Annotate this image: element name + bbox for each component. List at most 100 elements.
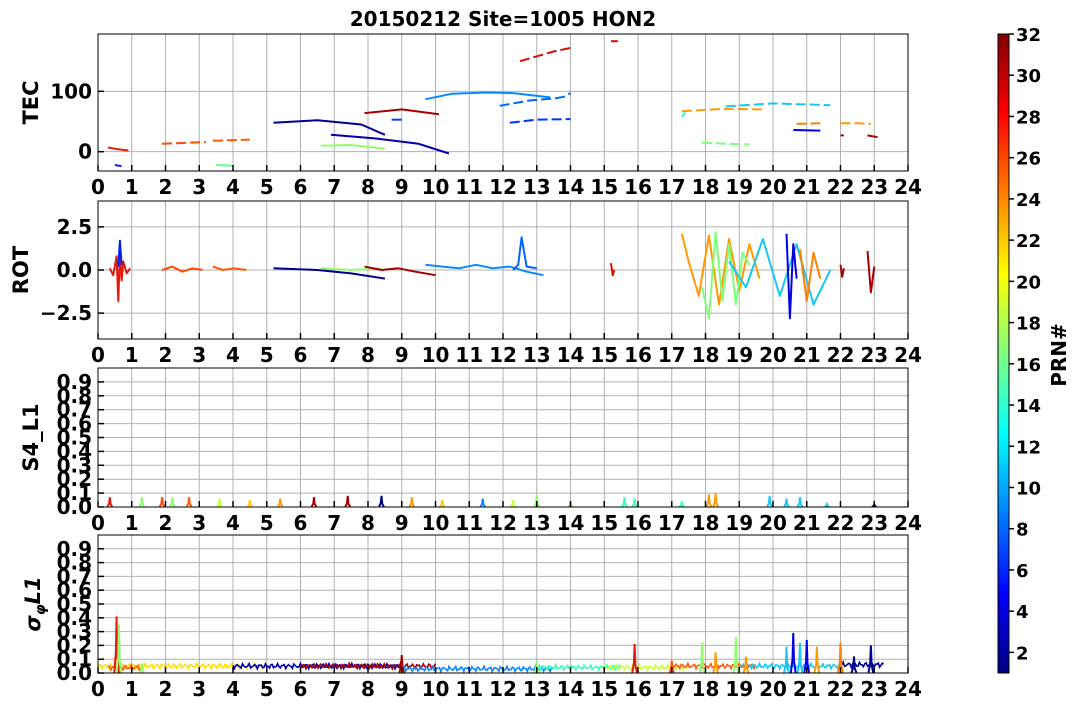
x-tick-label: 3 bbox=[192, 343, 206, 367]
x-tick-label: 11 bbox=[455, 677, 483, 701]
x-tick-label: 5 bbox=[260, 175, 274, 199]
colorbar-tick-label: 24 bbox=[1016, 190, 1041, 211]
x-tick-label: 2 bbox=[159, 677, 173, 701]
colorbar-tick-label: 4 bbox=[1016, 602, 1029, 623]
x-tick-label: 15 bbox=[590, 343, 618, 367]
colorbar-tick-label: 18 bbox=[1016, 314, 1041, 335]
x-tick-label: 11 bbox=[455, 343, 483, 367]
x-tick-label: 24 bbox=[894, 677, 922, 701]
x-tick-label: 0 bbox=[91, 343, 105, 367]
y-tick-label: 0.0 bbox=[57, 258, 92, 282]
x-tick-label: 10 bbox=[422, 511, 450, 535]
x-tick-label: 1 bbox=[125, 175, 139, 199]
colorbar-tick-label: 28 bbox=[1016, 107, 1041, 128]
x-tick-label: 14 bbox=[557, 175, 585, 199]
x-tick-label: 1 bbox=[125, 677, 139, 701]
y-tick-label: 2.5 bbox=[57, 215, 92, 239]
x-tick-label: 22 bbox=[827, 343, 855, 367]
x-tick-label: 24 bbox=[894, 175, 922, 199]
x-tick-label: 21 bbox=[793, 343, 821, 367]
x-tick-label: 20 bbox=[759, 343, 787, 367]
x-tick-label: 17 bbox=[658, 343, 686, 367]
x-tick-label: 17 bbox=[658, 677, 686, 701]
x-tick-label: 20 bbox=[759, 677, 787, 701]
x-tick-label: 8 bbox=[361, 677, 375, 701]
x-tick-label: 7 bbox=[327, 511, 341, 535]
x-tick-label: 20 bbox=[759, 175, 787, 199]
y-axis-label: S4_L1 bbox=[19, 403, 43, 471]
colorbar-tick-label: 10 bbox=[1016, 478, 1041, 499]
chart-title: 20150212 Site=1005 HON2 bbox=[350, 7, 656, 31]
x-tick-label: 8 bbox=[361, 511, 375, 535]
colorbar-tick-label: 26 bbox=[1016, 149, 1041, 170]
series-line-prn-27 bbox=[212, 138, 250, 142]
x-tick-label: 13 bbox=[523, 511, 551, 535]
x-tick-label: 9 bbox=[395, 343, 409, 367]
x-tick-label: 4 bbox=[226, 677, 240, 701]
series-line-prn-17 bbox=[216, 164, 234, 167]
panel-3: 0 1 2 3 4 5 6 7 8 9 10 11 12 13 14 15 16 17 18 19 20 21 22 23 24… bbox=[19, 367, 922, 535]
x-tick-label: 18 bbox=[692, 343, 720, 367]
x-tick-label: 14 bbox=[557, 677, 585, 701]
x-tick-label: 7 bbox=[327, 175, 341, 199]
colorbar-tick-label: 6 bbox=[1016, 561, 1029, 582]
x-tick-label: 15 bbox=[590, 175, 618, 199]
x-tick-label: 19 bbox=[725, 175, 753, 199]
x-tick-label: 10 bbox=[422, 343, 450, 367]
panel-4: 0 1 2 3 4 5 6 7 8 9 10 11 12 13 14 15 16 17 18 19 20 21 22 23 24… bbox=[21, 534, 922, 701]
panel-1: 0 1 2 3 4 5 6 7 8 9 10 11 12 13 14 15 16 17 18 19 20 21 22 23 24… bbox=[19, 33, 922, 199]
x-tick-label: 1 bbox=[125, 511, 139, 535]
x-tick-label: 5 bbox=[260, 511, 274, 535]
panels: 0 1 2 3 4 5 6 7 8 9 10 11 12 13 14 15 16 17 18 19 20 21 22 23 24… bbox=[9, 33, 922, 701]
x-tick-label: 8 bbox=[361, 175, 375, 199]
x-tick-label: 16 bbox=[624, 175, 652, 199]
x-tick-label: 22 bbox=[827, 175, 855, 199]
x-tick-label: 23 bbox=[860, 677, 888, 701]
x-tick-label: 21 bbox=[793, 511, 821, 535]
colorbar-tick-label: 16 bbox=[1016, 355, 1041, 376]
x-tick-label: 14 bbox=[557, 511, 585, 535]
x-tick-label: 24 bbox=[894, 343, 922, 367]
x-tick-label: 10 bbox=[422, 175, 450, 199]
x-tick-label: 4 bbox=[226, 511, 240, 535]
x-tick-label: 6 bbox=[294, 343, 308, 367]
panel-2: 0 1 2 3 4 5 6 7 8 9 10 11 12 13 14 15 16 17 18 19 20 21 22 23 24… bbox=[9, 200, 922, 367]
x-tick-label: 20 bbox=[759, 511, 787, 535]
x-tick-label: 2 bbox=[159, 511, 173, 535]
x-tick-label: 12 bbox=[489, 677, 517, 701]
colorbar-tick-label: 32 bbox=[1016, 25, 1041, 46]
x-tick-label: 0 bbox=[91, 511, 105, 535]
x-tick-label: 18 bbox=[692, 677, 720, 701]
x-tick-label: 17 bbox=[658, 511, 686, 535]
colorbar-tick-label: 14 bbox=[1016, 396, 1041, 417]
colorbar-tick-label: 22 bbox=[1016, 231, 1041, 252]
x-tick-label: 1 bbox=[125, 343, 139, 367]
x-tick-label: 24 bbox=[894, 511, 922, 535]
x-tick-label: 7 bbox=[327, 677, 341, 701]
figure: 20150212 Site=1005 HON2 0 1 2 3 4 5 6 7 8 9 10 11 12… bbox=[9, 7, 1071, 701]
colorbar-bar bbox=[997, 33, 1010, 674]
colorbar-tick-label: 30 bbox=[1016, 66, 1041, 87]
x-tick-label: 16 bbox=[624, 511, 652, 535]
series-line-prn-6 bbox=[114, 164, 122, 168]
x-tick-label: 2 bbox=[159, 175, 173, 199]
x-tick-label: 10 bbox=[422, 677, 450, 701]
x-tick-label: 21 bbox=[793, 677, 821, 701]
x-tick-label: 18 bbox=[692, 175, 720, 199]
x-tick-label: 3 bbox=[192, 511, 206, 535]
x-tick-label: 22 bbox=[827, 511, 855, 535]
colorbar-tick-label: 12 bbox=[1016, 437, 1041, 458]
colorbar: 2468101214161820222426283032PRN# bbox=[997, 25, 1071, 674]
x-tick-label: 8 bbox=[361, 343, 375, 367]
x-tick-label: 11 bbox=[455, 511, 483, 535]
x-tick-label: 16 bbox=[624, 677, 652, 701]
x-tick-label: 12 bbox=[489, 343, 517, 367]
x-tick-label: 7 bbox=[327, 343, 341, 367]
x-tick-label: 12 bbox=[489, 175, 517, 199]
y-axis-label: ROT bbox=[9, 245, 33, 294]
y-axis-label: TEC bbox=[19, 80, 43, 124]
series-line-prn-4 bbox=[793, 129, 821, 132]
y-tick-label: 0.9 bbox=[57, 537, 92, 561]
colorbar-tick-label: 20 bbox=[1016, 272, 1041, 293]
y-tick-label: 100 bbox=[50, 79, 92, 103]
